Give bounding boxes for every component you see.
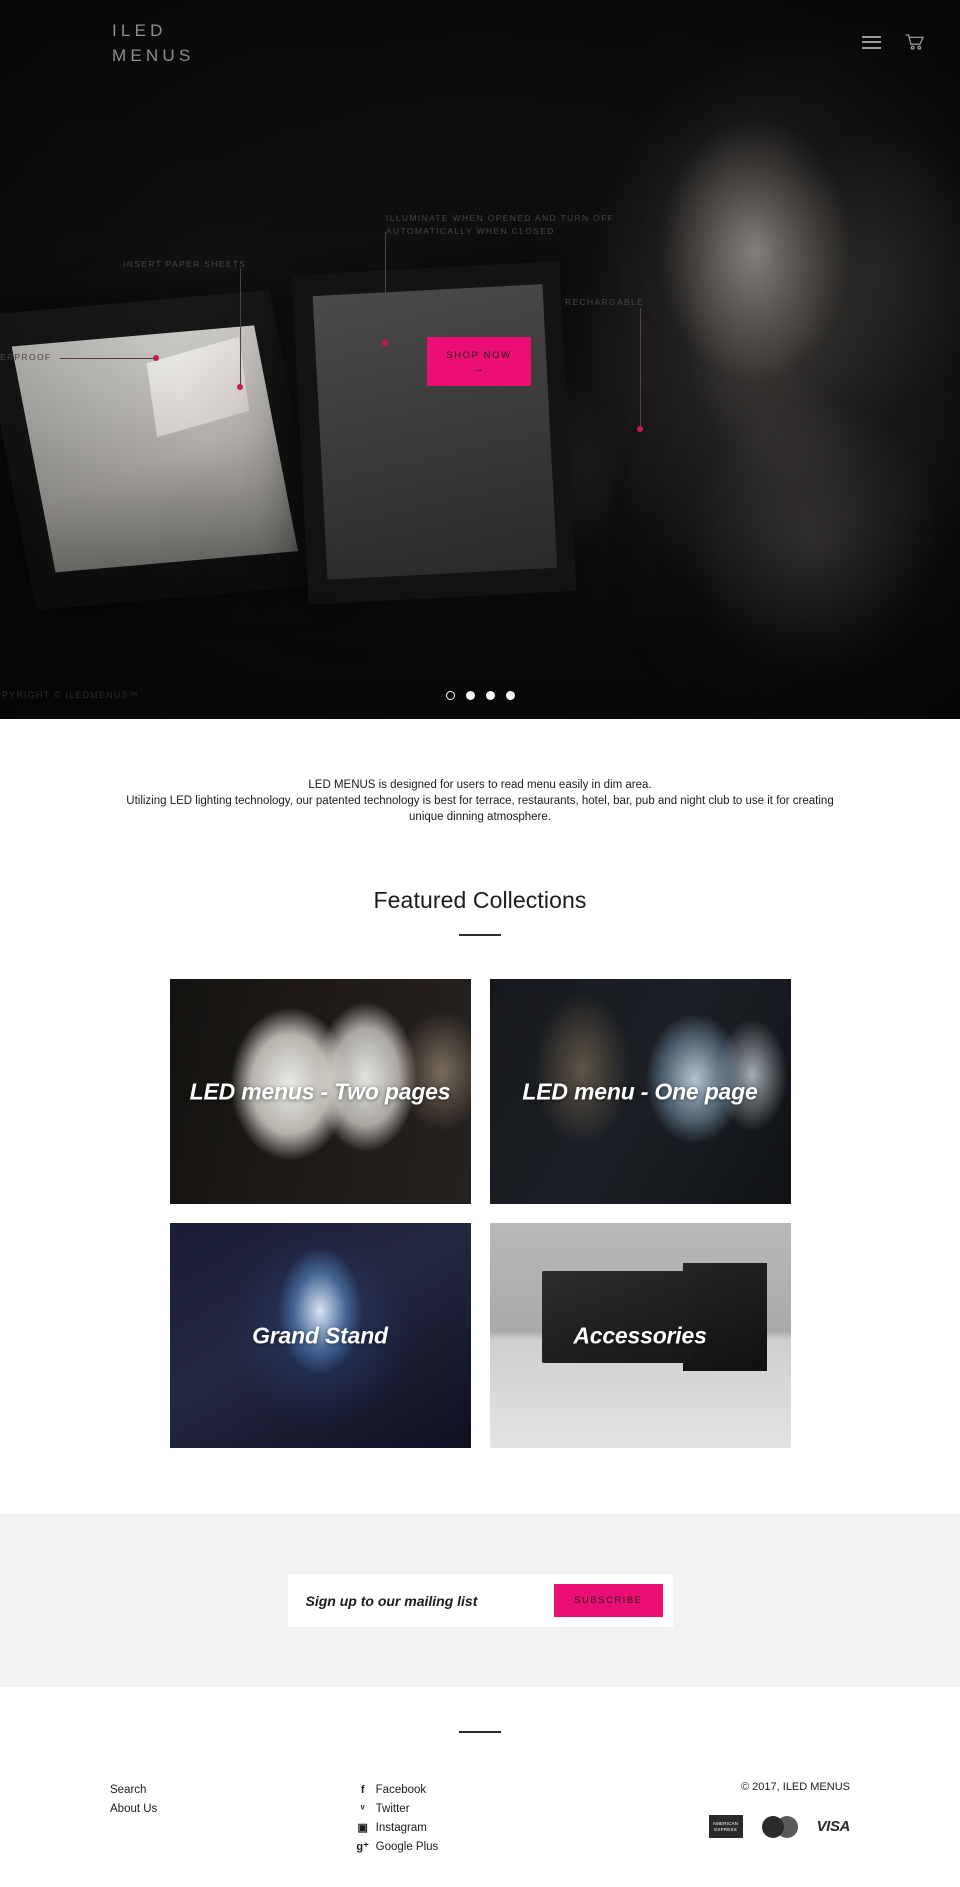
- shopping-cart-icon: [905, 34, 924, 50]
- leader-line-rechargable: [640, 308, 641, 428]
- social-link-label: Twitter: [375, 1803, 410, 1815]
- social-link-instagram[interactable]: ▣ Instagram: [357, 1819, 604, 1838]
- collection-card-2[interactable]: LED menu - One page: [489, 979, 791, 1204]
- leader-line-waterproof: [60, 358, 156, 359]
- hero-led-menu-left: [0, 290, 327, 610]
- social-link-label: Google Plus: [375, 1841, 439, 1853]
- footer-links: Search About Us: [110, 1781, 357, 1819]
- annotation-illuminate: ILLUMINATE WHEN OPENED AND TURN OFF AUTO…: [386, 213, 615, 236]
- social-link-twitter[interactable]: ᵛ Twitter: [357, 1800, 604, 1819]
- hotspot-rechargable[interactable]: [637, 426, 643, 432]
- collection-card-title: LED menu - One page: [522, 1078, 758, 1104]
- social-link-label: Instagram: [375, 1822, 427, 1834]
- collection-card-3[interactable]: Grand Stand: [169, 1223, 471, 1448]
- hero-slideshow: ILED MENUS ILLUMINATE WHEN OPENED AND TU…: [0, 0, 960, 719]
- cart-button[interactable]: [903, 32, 926, 52]
- footer-columns: Search About Us f Facebook ᵛ Twitter ▣ Instagr…: [0, 1781, 960, 1857]
- footer-divider: [459, 1731, 501, 1733]
- site-header: ILED MENUS: [0, 0, 960, 84]
- shop-now-button[interactable]: SHOP NOW →: [427, 337, 531, 386]
- intro-line-2: Utilizing LED lighting technology, our p…: [126, 795, 834, 823]
- featured-collections-section: Featured Collections LED menus - Two pag…: [0, 825, 960, 1448]
- intro-section: LED MENUS is designed for users to read …: [0, 719, 960, 825]
- newsletter-subscribe-button[interactable]: SUBSCRIBE: [554, 1584, 663, 1617]
- annotation-rechargable: RECHARGABLE: [565, 297, 645, 307]
- instagram-icon: ▣: [357, 1822, 368, 1834]
- facebook-icon: f: [360, 1784, 365, 1796]
- american-express-icon: AMERICAN EXPRESS: [708, 1815, 743, 1838]
- header-actions: [860, 18, 926, 52]
- arrow-right-icon: →: [472, 362, 486, 375]
- leader-line-insert: [240, 268, 241, 386]
- hotspot-insert[interactable]: [237, 384, 243, 390]
- hero-led-menu-right: [291, 261, 577, 605]
- annotation-insert-paper-sheets: INSERT PAPER SHEETS: [123, 259, 247, 269]
- hero-person-silhouette: [580, 70, 960, 719]
- social-link-label: Facebook: [375, 1784, 427, 1796]
- carousel-dot-3[interactable]: [485, 691, 495, 700]
- shop-now-label: SHOP NOW: [446, 349, 512, 361]
- collection-card-1[interactable]: LED menus - Two pages: [169, 979, 471, 1204]
- amex-line-2: EXPRESS: [714, 1827, 737, 1832]
- carousel-dot-1[interactable]: [445, 691, 455, 700]
- newsletter-form: SUBSCRIBE: [287, 1574, 673, 1627]
- newsletter-email-input[interactable]: [297, 1584, 555, 1617]
- carousel-dot-4[interactable]: [505, 691, 515, 700]
- hamburger-icon: [862, 35, 881, 49]
- payment-icons: AMERICAN EXPRESS VISA: [603, 1815, 850, 1838]
- site-footer: Search About Us f Facebook ᵛ Twitter ▣ Instagr…: [0, 1687, 960, 1887]
- social-link-google-plus[interactable]: g⁺ Google Plus: [356, 1838, 604, 1857]
- collection-card-title: Grand Stand: [252, 1322, 388, 1348]
- section-divider: [459, 934, 501, 936]
- footer-social-links: f Facebook ᵛ Twitter ▣ Instagram g⁺ Google Plus: [356, 1781, 604, 1857]
- intro-line-1: LED MENUS is designed for users to read …: [308, 779, 652, 791]
- hotspot-waterproof[interactable]: [153, 355, 159, 361]
- site-logo[interactable]: ILED MENUS: [112, 18, 194, 68]
- featured-collections-title: Featured Collections: [373, 887, 587, 913]
- footer-link-about-us[interactable]: About Us: [110, 1800, 357, 1819]
- google-plus-icon: g⁺: [356, 1841, 369, 1853]
- amex-line-1: AMERICAN: [712, 1821, 739, 1826]
- hotspot-illuminate[interactable]: [382, 340, 388, 346]
- collection-card-title: LED menus - Two pages: [189, 1078, 451, 1104]
- carousel-dot-2[interactable]: [465, 691, 475, 700]
- social-link-facebook[interactable]: f Facebook: [357, 1781, 604, 1800]
- footer-link-search[interactable]: Search: [110, 1781, 357, 1800]
- hamburger-menu-button[interactable]: [860, 34, 883, 51]
- carousel-dots: [0, 691, 960, 700]
- twitter-icon: ᵛ: [360, 1803, 365, 1815]
- annotation-waterproof: WATERPROOF: [0, 352, 52, 362]
- visa-icon: VISA: [816, 1818, 851, 1835]
- leader-line-illuminate: [385, 232, 386, 342]
- footer-copyright: © 2017, ILED MENUS: [741, 1781, 850, 1793]
- mastercard-icon: [761, 1815, 798, 1838]
- collection-card-title: Accessories: [573, 1322, 707, 1348]
- collection-grid: LED menus - Two pages LED menu - One page…: [0, 979, 960, 1448]
- collection-card-4[interactable]: Accessories: [489, 1223, 791, 1448]
- newsletter-section: SUBSCRIBE: [0, 1514, 960, 1687]
- footer-right-column: © 2017, ILED MENUS AMERICAN EXPRESS VISA: [603, 1781, 850, 1838]
